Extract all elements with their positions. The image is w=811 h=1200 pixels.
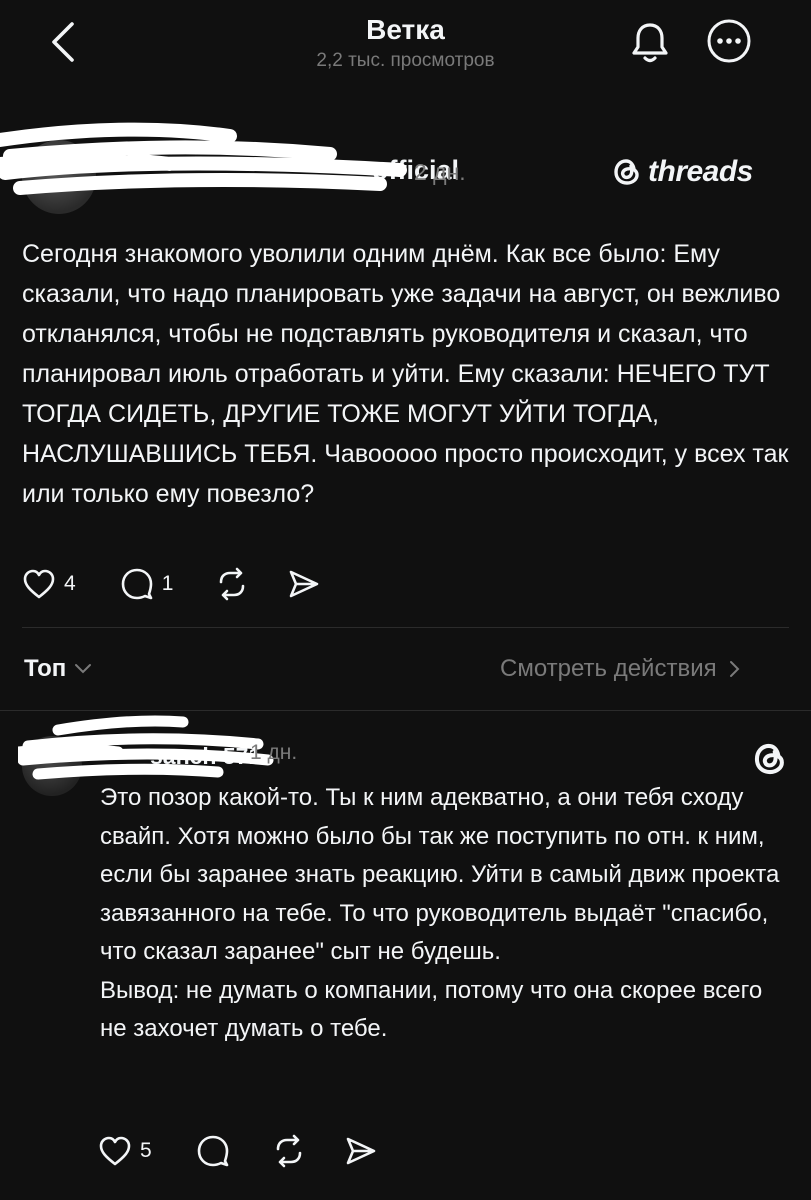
sort-dropdown[interactable]: Топ bbox=[24, 655, 92, 683]
post-actions: 4 1 bbox=[22, 566, 321, 602]
threads-icon[interactable] bbox=[752, 740, 788, 778]
reply-timestamp: 1 дн. bbox=[250, 741, 298, 764]
comment-icon bbox=[121, 568, 152, 600]
heart-icon bbox=[99, 1136, 131, 1166]
page-title: Ветка bbox=[366, 14, 445, 45]
threads-logo[interactable]: threads bbox=[612, 152, 753, 192]
brand-name: threads bbox=[648, 155, 753, 188]
more-options-button[interactable] bbox=[706, 18, 752, 64]
post-timestamp: 2 дн. bbox=[414, 159, 466, 185]
like-button[interactable]: 4 bbox=[22, 568, 76, 600]
redaction-scribble bbox=[0, 122, 407, 195]
view-activity-link[interactable]: Смотреть действия bbox=[500, 655, 741, 683]
comment-button[interactable] bbox=[196, 1134, 230, 1168]
sort-label: Топ bbox=[24, 655, 67, 682]
chevron-right-icon bbox=[729, 661, 740, 677]
share-button[interactable] bbox=[287, 568, 321, 600]
redaction-scribble bbox=[18, 715, 274, 780]
reply-paragraph: Это позор какой-то. Ты к ним адекватно, … bbox=[100, 784, 780, 965]
comment-button[interactable]: 1 bbox=[120, 567, 174, 601]
like-count: 4 bbox=[64, 572, 76, 595]
reply-text: Это позор какой-то. Ты к ним адекватно, … bbox=[100, 779, 790, 1049]
comment-count: 1 bbox=[161, 572, 174, 595]
post-text: Сегодня знакомого уволили одним днём. Ка… bbox=[22, 240, 789, 508]
send-icon bbox=[290, 570, 319, 598]
repost-icon bbox=[220, 567, 245, 601]
reply-paragraph: Вывод: не думать о компании, потому что … bbox=[100, 976, 763, 1043]
bell-icon bbox=[632, 23, 668, 63]
like-button[interactable]: 5 bbox=[98, 1135, 152, 1167]
repost-button[interactable] bbox=[215, 567, 249, 601]
divider bbox=[22, 627, 789, 628]
activity-label: Смотреть действия bbox=[500, 655, 717, 682]
notifications-button[interactable] bbox=[630, 20, 670, 64]
send-icon bbox=[346, 1137, 375, 1165]
repost-icon bbox=[276, 1134, 301, 1168]
share-button[interactable] bbox=[344, 1135, 378, 1167]
divider bbox=[0, 710, 811, 711]
heart-icon bbox=[23, 569, 55, 599]
reply-actions: 5 bbox=[98, 1133, 378, 1169]
chevron-down-icon bbox=[75, 664, 92, 674]
repost-button[interactable] bbox=[272, 1134, 306, 1168]
view-count: 2,2 тыс. просмотров bbox=[316, 50, 495, 71]
comment-icon bbox=[197, 1135, 228, 1167]
threads-icon bbox=[614, 159, 639, 185]
like-count: 5 bbox=[140, 1139, 152, 1162]
more-horizontal-icon bbox=[707, 19, 751, 63]
